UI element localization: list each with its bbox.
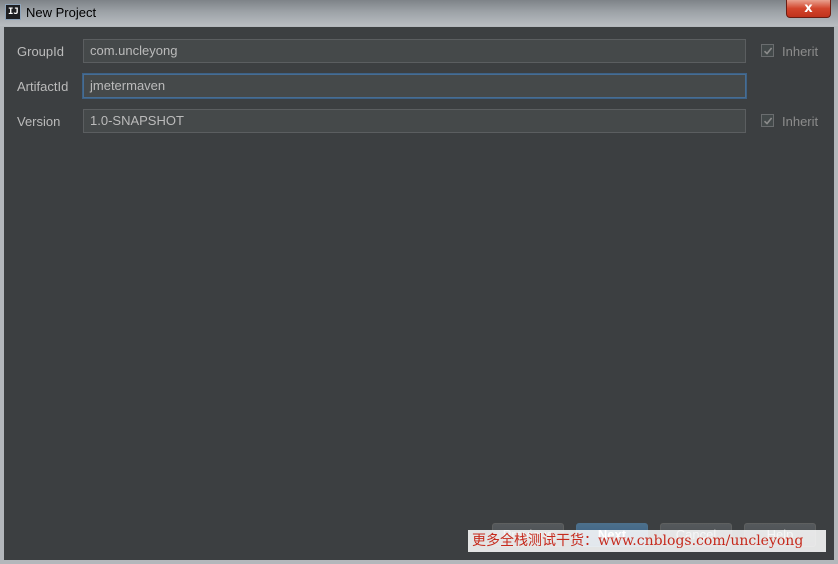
group-id-field[interactable]: com.uncleyong <box>83 39 746 63</box>
watermark: 更多全栈测试干货：www.cnblogs.com/uncleyong <box>468 530 826 552</box>
window-title: New Project <box>26 5 97 20</box>
checkmark-icon <box>763 47 773 55</box>
artifact-id-row: ArtifactId jmetermaven <box>4 74 832 98</box>
artifact-id-label: ArtifactId <box>17 79 69 94</box>
close-button[interactable]: x <box>786 0 831 18</box>
group-id-label: GroupId <box>17 44 64 59</box>
version-inherit-label: Inherit <box>782 114 819 129</box>
version-label: Version <box>17 114 61 129</box>
group-id-row: GroupId com.uncleyong Inherit <box>4 39 832 63</box>
group-id-inherit-label: Inherit <box>782 44 819 59</box>
version-inherit-checkbox[interactable] <box>761 114 774 127</box>
title-bar[interactable]: IJ New Project x <box>0 0 838 26</box>
version-row: Version 1.0-SNAPSHOT Inherit <box>4 109 832 133</box>
group-id-inherit-checkbox[interactable] <box>761 44 774 57</box>
artifact-id-field[interactable]: jmetermaven <box>83 74 746 98</box>
version-field[interactable]: 1.0-SNAPSHOT <box>83 109 746 133</box>
checkmark-icon <box>763 117 773 125</box>
dialog-content: GroupId com.uncleyong Inherit ArtifactId… <box>4 27 832 556</box>
close-icon: x <box>804 1 813 16</box>
intellij-idea-icon: IJ <box>5 4 21 20</box>
